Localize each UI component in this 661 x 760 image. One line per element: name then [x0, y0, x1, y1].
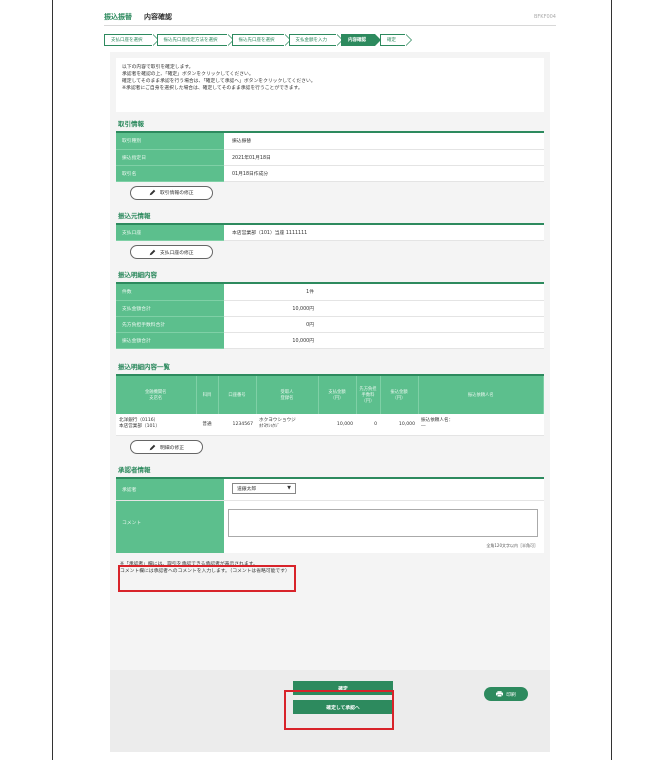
- field-value: 01月18日作成分: [224, 165, 544, 182]
- section-title: 振込元情報: [116, 204, 544, 225]
- approver-select[interactable]: 道銀太郎 ▼: [232, 483, 296, 494]
- edit-label: 取引情報の修正: [160, 191, 194, 196]
- column-header: 受取人 登録名: [256, 375, 319, 414]
- field-label: 支払口座: [116, 224, 224, 241]
- detail-table: 件数 1件 支払金額合計 10,000円 先方負担手数料合計 0円 振込金額合計 10,…: [116, 284, 544, 349]
- field-label: 支払金額合計: [116, 300, 224, 317]
- comment-cell: 全角120文字以内［半角可］: [224, 501, 544, 553]
- comment-row: コメント 全角120文字以内［半角可］: [116, 501, 544, 553]
- confirmation-page: 振込振替 内容確認 BFKF004 支払口座を選択 振込先口座指定方法を選択 振…: [104, 8, 556, 758]
- intro-text: 以下の内容で取引を確定します。 承認者を確認の上、「確定」ボタンをクリックしてく…: [116, 58, 544, 112]
- field-value: 2021年01月18日: [224, 149, 544, 166]
- field-label: 件数: [116, 284, 224, 301]
- edit-transaction-button[interactable]: 取引情報の修正: [130, 185, 213, 200]
- table-cell: 10,000: [318, 413, 356, 436]
- field-label: 取引名: [116, 165, 224, 182]
- table-cell: 0: [356, 413, 380, 436]
- intro-line: 以下の内容で取引を確定します。: [122, 65, 194, 70]
- approver-highlight-box: [118, 565, 296, 592]
- source-table: 支払口座 本店営業部（101）当座 1111111: [116, 224, 544, 241]
- column-header: 金融機関名 支店名: [116, 375, 197, 414]
- intro-line: ※承認者にご自身を選択した場合は、確定してそのまま承認を行うことができます。: [122, 86, 303, 91]
- chevron-down-icon: ▼: [287, 486, 291, 491]
- field-value: 本店営業部（101）当座 1111111: [224, 224, 544, 241]
- comment-textarea[interactable]: [228, 509, 538, 537]
- field-value: 1件: [224, 284, 544, 301]
- column-header: 振込依頼人名: [418, 375, 544, 414]
- table-cell: 1234567: [218, 413, 256, 436]
- table-cell: 振込依頼人名： ―: [418, 413, 544, 436]
- section-title: 承認者情報: [116, 458, 544, 479]
- section-title: 振込明細内容一覧: [116, 355, 544, 376]
- detail-section: 振込明細内容 件数 1件 支払金額合計 10,000円 先方負担手数料合計 0円 振込…: [116, 263, 544, 349]
- transaction-table: 取引種別 振込振替 振込指定日 2021年01月18日 取引名 01月18日作成分: [116, 133, 544, 182]
- progress-steps: 支払口座を選択 振込先口座指定方法を選択 振込先口座を選択 支払金額を入力 内容…: [104, 34, 556, 46]
- edit-label: 明細の修正: [160, 445, 184, 451]
- list-section: 振込明細内容一覧 金融機関名 支店名 科目 口座番号 受取人 登録名 支払金額 …: [116, 355, 544, 459]
- step-1: 支払口座を選択: [104, 34, 152, 46]
- pencil-icon: [149, 189, 156, 196]
- char-limit-note: 全角120文字以内［半角可］: [486, 543, 538, 548]
- section-title: 取引情報: [116, 112, 544, 133]
- approver-selected-value: 道銀太郎: [237, 487, 257, 492]
- step-4: 支払金額を入力: [288, 34, 336, 46]
- column-header: 支払金額 （円）: [318, 375, 357, 414]
- field-label: 振込金額合計: [116, 332, 224, 349]
- approver-label: 承認者: [116, 479, 224, 500]
- step-3: 振込先口座を選択: [231, 34, 284, 46]
- column-header: 科目: [196, 375, 219, 414]
- print-label: 印刷: [506, 692, 516, 698]
- source-section: 振込元情報 支払口座 本店営業部（101）当座 1111111 支払口座の修正: [116, 204, 544, 264]
- main-content: 以下の内容で取引を確定します。 承認者を確認の上、「確定」ボタンをクリックしてく…: [110, 52, 550, 752]
- edit-label: 支払口座の修正: [160, 250, 194, 256]
- step-6: 確定: [380, 34, 405, 46]
- intro-line: 承認者を確認の上、「確定」ボタンをクリックしてください。: [122, 72, 254, 77]
- pencil-icon: [149, 249, 156, 255]
- intro-line: 確定してそのまま承認を行う場合は、「確定して承認へ」ボタンをクリックしてください…: [122, 79, 316, 84]
- page-category: 振込振替: [104, 12, 132, 21]
- printer-icon: [496, 691, 504, 697]
- table-cell: 普通: [196, 413, 218, 436]
- step-2: 振込先口座指定方法を選択: [156, 34, 227, 46]
- column-header: 口座番号: [218, 375, 257, 414]
- field-value: 10,000円: [224, 300, 544, 317]
- comment-label: コメント: [116, 501, 224, 553]
- table-row: 北洋銀行（0116） 本店営業部（101） 普通 1234567 ホクヨウショウ…: [116, 413, 544, 436]
- column-header: 先方負担 手数料 （円）: [356, 375, 381, 414]
- detail-list-table: 金融機関名 支店名 科目 口座番号 受取人 登録名 支払金額 （円） 先方負担 …: [116, 375, 544, 436]
- section-title: 振込明細内容: [116, 263, 544, 284]
- page-title: 内容確認: [144, 12, 172, 21]
- field-value: 10,000円: [224, 332, 544, 349]
- column-header: 振込金額 （円）: [380, 375, 419, 414]
- field-value: 0円: [224, 316, 544, 333]
- field-value: 振込振替: [224, 133, 544, 150]
- buttons-highlight-box: [284, 690, 394, 730]
- approver-row: 承認者 道銀太郎 ▼: [116, 479, 544, 501]
- page-header: 振込振替 内容確認 BFKF004: [104, 8, 556, 26]
- edit-account-button[interactable]: 支払口座の修正: [130, 245, 213, 259]
- table-cell: 10,000: [380, 413, 418, 436]
- screen-id: BFKF004: [533, 13, 556, 20]
- table-cell: ホクヨウショウジ ﾎｸﾖｳｼｮｳｼﾞ: [256, 413, 318, 436]
- edit-detail-button[interactable]: 明細の修正: [130, 440, 203, 454]
- pencil-icon: [149, 444, 156, 450]
- table-cell: 北洋銀行（0116） 本店営業部（101）: [116, 413, 196, 436]
- field-label: 取引種別: [116, 133, 224, 150]
- field-label: 先方負担手数料合計: [116, 316, 224, 333]
- field-label: 振込指定日: [116, 149, 224, 166]
- transaction-section: 取引情報 取引種別 振込振替 振込指定日 2021年01月18日 取引名 01月18日…: [116, 112, 544, 204]
- step-5-current: 内容確認: [341, 34, 381, 46]
- print-button[interactable]: 印刷: [484, 687, 528, 701]
